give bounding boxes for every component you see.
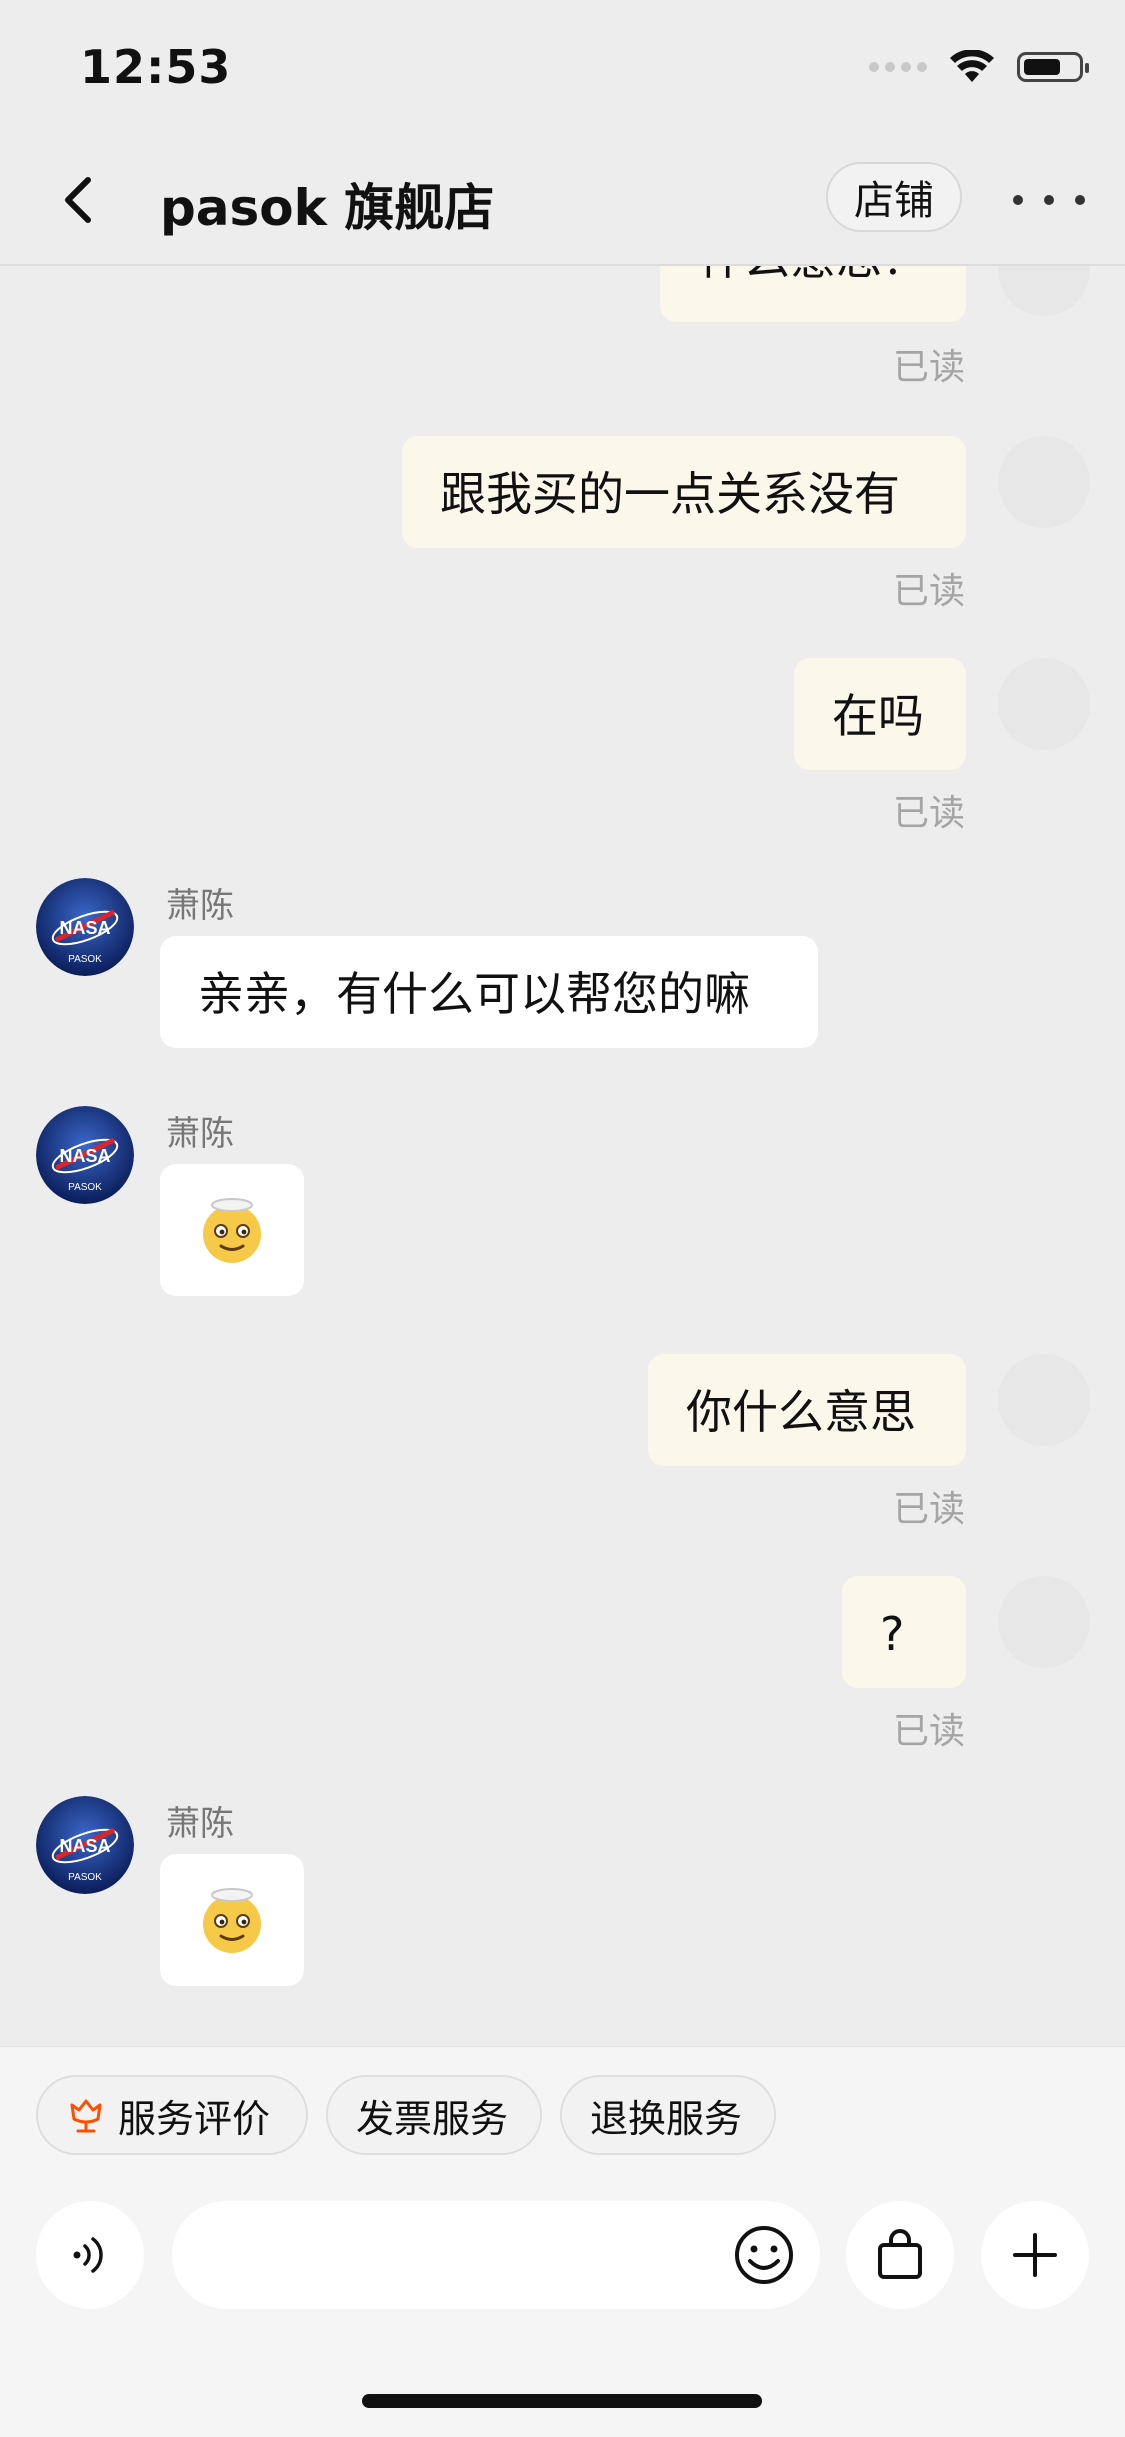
shop-avatar[interactable]: NASA PASOK — [36, 1796, 134, 1894]
more-options-icon[interactable] — [1013, 180, 1085, 220]
outgoing-message[interactable]: 你什么意思 — [648, 1354, 966, 1466]
voice-icon — [73, 2237, 103, 2273]
outgoing-message[interactable]: 在吗 — [794, 658, 966, 770]
plus-icon — [1013, 2233, 1057, 2277]
chat-title: pasok 旗舰店 — [160, 179, 495, 237]
message-text: ? — [880, 1607, 905, 1661]
chip-label: 退换服务 — [590, 2096, 743, 2141]
service-rating-chip[interactable]: 服务评价 — [36, 2075, 308, 2155]
user-avatar — [998, 1576, 1090, 1668]
message-input[interactable] — [172, 2201, 820, 2309]
sender-name: 萧陈 — [166, 1114, 234, 1154]
cellular-signal-icon — [869, 62, 927, 72]
back-chevron-icon[interactable] — [50, 170, 110, 230]
avatar-logo-text: NASA — [59, 1836, 110, 1856]
message-list[interactable]: 什么意思？ 已读 跟我买的一点关系没有 已读 在吗 已读 NASA PASOK … — [0, 264, 1125, 2046]
message-text: 跟我买的一点关系没有 — [440, 467, 900, 521]
chip-label: 服务评价 — [118, 2096, 271, 2141]
read-receipt: 已读 — [893, 347, 966, 388]
avatar-logo-subtext: PASOK — [68, 1872, 102, 1883]
outgoing-message[interactable]: ? — [842, 1576, 966, 1688]
status-icons — [869, 50, 1089, 84]
outgoing-message[interactable]: 什么意思？ — [660, 264, 966, 322]
chat-header: pasok 旗舰店 店铺 — [0, 140, 1125, 266]
incoming-message[interactable]: 亲亲，有什么可以帮您的嘛 — [160, 936, 818, 1048]
avatar-logo-text: NASA — [59, 1146, 110, 1166]
message-text: 在吗 — [832, 689, 924, 743]
shop-avatar[interactable]: NASA PASOK — [36, 878, 134, 976]
avatar-logo-subtext: PASOK — [68, 954, 102, 965]
user-avatar — [998, 436, 1090, 528]
read-receipt: 已读 — [893, 793, 966, 834]
battery-icon — [1017, 52, 1089, 82]
read-receipt: 已读 — [893, 571, 966, 612]
avatar-logo-text: NASA — [59, 918, 110, 938]
sender-name: 萧陈 — [166, 1804, 234, 1844]
product-bag-button[interactable] — [846, 2201, 954, 2309]
incoming-emoji-message[interactable] — [160, 1854, 304, 1986]
shop-avatar[interactable]: NASA PASOK — [36, 1106, 134, 1204]
user-avatar — [998, 658, 1090, 750]
status-bar: 12:53 — [0, 0, 1125, 140]
message-text: 什么意思？ — [698, 264, 928, 285]
read-receipt: 已读 — [893, 1711, 966, 1752]
flower-rating-icon — [70, 2099, 102, 2133]
shopping-bag-icon — [878, 2229, 922, 2279]
user-avatar — [998, 264, 1090, 316]
bottom-panel: 服务评价 发票服务 退换服务 — [0, 2046, 1125, 2437]
return-exchange-chip[interactable]: 退换服务 — [560, 2075, 776, 2155]
more-actions-button[interactable] — [981, 2201, 1089, 2309]
chip-label: 发票服务 — [356, 2096, 509, 2141]
user-avatar — [998, 1354, 1090, 1446]
message-text: 亲亲，有什么可以帮您的嘛 — [198, 967, 750, 1021]
incoming-emoji-message[interactable] — [160, 1164, 304, 1296]
home-indicator[interactable] — [362, 2394, 762, 2408]
outgoing-message[interactable]: 跟我买的一点关系没有 — [402, 436, 966, 548]
invoice-service-chip[interactable]: 发票服务 — [326, 2075, 542, 2155]
shop-button[interactable]: 店铺 — [826, 162, 962, 232]
sender-name: 萧陈 — [166, 886, 234, 926]
halo-smile-emoji-icon — [203, 1198, 261, 1263]
halo-smile-emoji-icon — [203, 1888, 261, 1953]
voice-input-button[interactable] — [36, 2201, 144, 2309]
status-time: 12:53 — [80, 40, 232, 94]
avatar-logo-subtext: PASOK — [68, 1182, 102, 1193]
read-receipt: 已读 — [893, 1489, 966, 1530]
emoji-smile-icon[interactable] — [732, 2223, 796, 2287]
wifi-icon — [950, 50, 994, 82]
message-text: 你什么意思 — [686, 1385, 916, 1439]
